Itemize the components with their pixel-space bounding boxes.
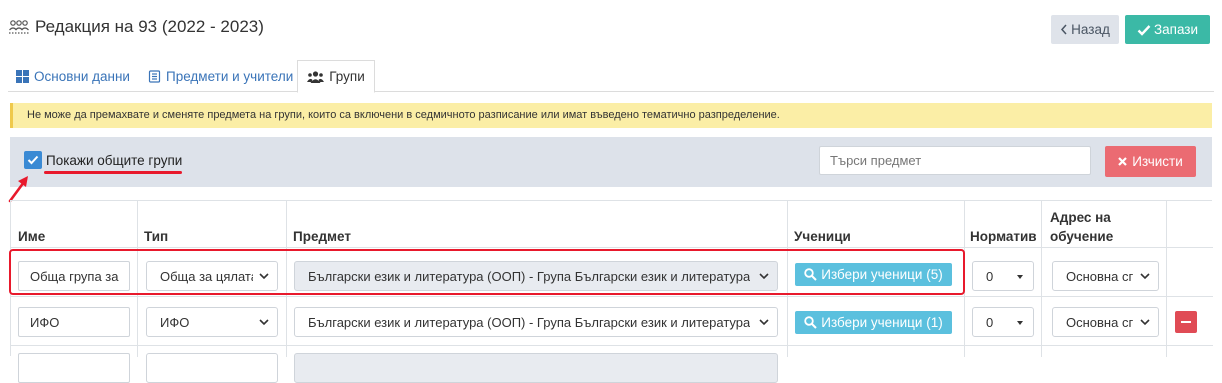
check-icon <box>1137 24 1151 36</box>
norm-value: 0 <box>986 268 994 284</box>
tab-basic-data[interactable]: Основни данни <box>10 60 136 92</box>
address-value: Основна сграда <box>1066 268 1134 284</box>
back-button[interactable]: Назад <box>1051 15 1119 44</box>
page-title-text: Редакция на 93 (2022 - 2023) <box>35 17 264 36</box>
chevron-left-icon <box>1061 24 1067 35</box>
page-header: Редакция на 93 (2022 - 2023) Назад Запаз… <box>0 0 1222 56</box>
column-divider <box>1166 201 1167 357</box>
tab-bar: Основни данни Предмети и учители Групи <box>8 60 1214 93</box>
groups-table: Име Тип Предмет Ученици Норматив Адрес н… <box>10 200 1213 383</box>
select-students-label: Избери ученици (5) <box>821 267 943 282</box>
search-icon <box>804 268 817 281</box>
chevron-down-icon <box>1140 273 1150 280</box>
header-type: Тип <box>144 229 169 244</box>
clear-button[interactable]: Изчисти <box>1105 146 1196 177</box>
select-students-label: Избери ученици (1) <box>821 315 943 330</box>
column-divider <box>137 201 138 357</box>
group-name-input[interactable]: Обща група за <box>18 261 130 291</box>
show-common-groups-label[interactable]: Покажи общите групи <box>46 153 182 168</box>
show-common-groups-checkbox[interactable] <box>24 151 42 169</box>
subject-select[interactable] <box>294 353 778 383</box>
address-value: Основна сграда <box>1066 314 1134 330</box>
row-divider <box>11 296 1213 297</box>
chevron-down-icon <box>259 273 269 280</box>
chevron-down-icon <box>759 273 769 280</box>
group-name-input[interactable]: ИФО <box>18 307 130 337</box>
search-icon <box>804 316 817 329</box>
back-button-label: Назад <box>1071 22 1110 37</box>
group-type-select[interactable] <box>146 353 278 383</box>
chevron-down-icon <box>1140 319 1150 326</box>
column-divider <box>286 201 287 357</box>
header-name: Име <box>18 229 46 244</box>
warning-alert-text: Не може да премахвате и сменяте предмета… <box>27 109 780 121</box>
clear-button-label: Изчисти <box>1132 154 1183 169</box>
subject-value: Български език и литература (ООП) - Груп… <box>308 314 751 330</box>
header-norm: Норматив <box>970 229 1037 244</box>
check-icon <box>27 155 39 165</box>
header-students: Ученици <box>794 229 851 244</box>
filter-bar: Покажи общите групи Изчисти <box>10 137 1212 187</box>
close-icon <box>1118 157 1128 166</box>
norm-select[interactable]: 0 <box>972 261 1034 291</box>
group-type-value: Обща за цялата <box>160 268 253 284</box>
users-icon <box>307 70 325 83</box>
select-students-button[interactable]: Избери ученици (5) <box>795 263 952 286</box>
group-type-select[interactable]: Обща за цялата <box>146 261 278 291</box>
tab-subjects-teachers[interactable]: Предмети и учители <box>142 60 299 92</box>
column-divider <box>1041 201 1042 357</box>
group-type-value: ИФО <box>160 314 190 330</box>
header-address: Адрес на обучение <box>1050 210 1114 244</box>
grid-icon <box>16 69 29 83</box>
tab-groups[interactable]: Групи <box>297 60 375 93</box>
select-students-button[interactable]: Избери ученици (1) <box>795 311 952 334</box>
group-type-select[interactable]: ИФО <box>146 307 278 337</box>
chevron-down-icon <box>259 319 269 326</box>
save-button[interactable]: Запази <box>1125 15 1210 44</box>
search-subject-input[interactable] <box>819 146 1091 175</box>
tab-basic-data-label: Основни данни <box>34 68 130 84</box>
remove-group-button[interactable] <box>1175 311 1197 333</box>
row-divider <box>11 345 1213 346</box>
row-divider <box>11 247 1213 248</box>
warning-alert: Не може да премахвате и сменяте предмета… <box>10 103 1212 128</box>
subject-select[interactable]: Български език и литература (ООП) - Груп… <box>294 261 778 291</box>
norm-select[interactable]: 0 <box>972 307 1034 337</box>
subject-select[interactable]: Български език и литература (ООП) - Груп… <box>294 307 778 337</box>
people-group-icon <box>9 20 29 34</box>
tab-subjects-teachers-label: Предмети и учители <box>166 68 294 84</box>
save-button-label: Запази <box>1153 22 1199 37</box>
caret-down-icon <box>1017 321 1023 325</box>
norm-value: 0 <box>986 314 994 330</box>
caret-down-icon <box>1017 275 1023 279</box>
page-title: Редакция на 93 (2022 - 2023) <box>8 17 264 37</box>
chevron-down-icon <box>759 319 769 326</box>
subject-value: Български език и литература (ООП) - Груп… <box>308 268 751 284</box>
column-divider <box>787 201 788 357</box>
column-divider <box>964 201 965 357</box>
annotation-underline <box>44 171 182 174</box>
address-select[interactable]: Основна сграда <box>1052 307 1159 337</box>
book-icon <box>148 69 161 83</box>
header-subject: Предмет <box>293 229 351 244</box>
group-name-input[interactable] <box>18 353 130 383</box>
address-select[interactable]: Основна сграда <box>1052 261 1159 291</box>
tab-groups-label: Групи <box>329 69 365 84</box>
